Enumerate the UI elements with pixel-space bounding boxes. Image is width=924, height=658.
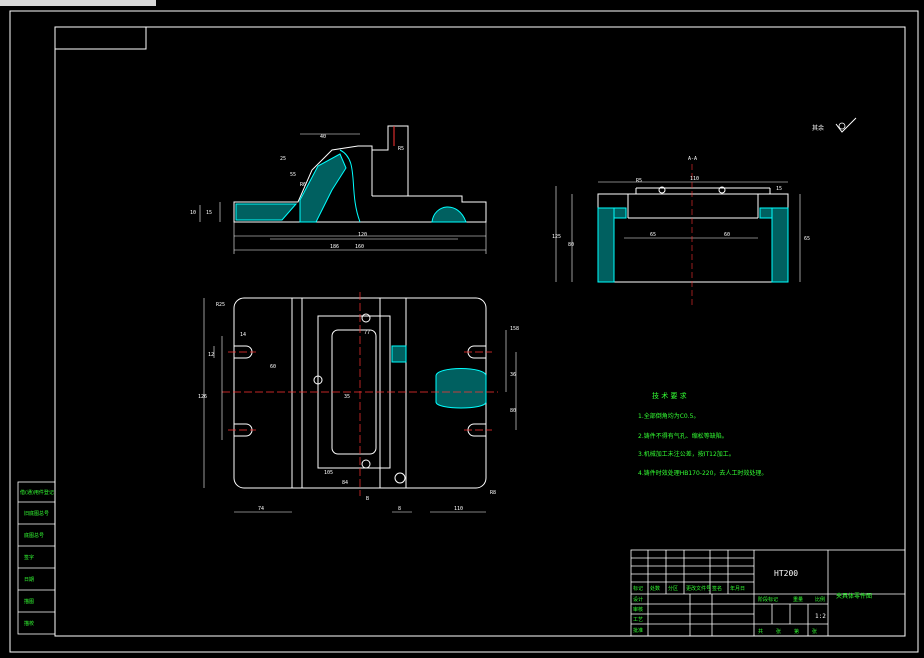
- tech-notes-title: 技 术 要 求: [652, 391, 687, 400]
- tech-note-4: 4.铸件时效处理HB170-220，去人工时效处理。: [638, 469, 767, 477]
- title-block-material: HT200: [774, 569, 798, 578]
- title-block-stage-label: 阶段标记: [758, 596, 778, 603]
- title-block-role-4: 批准: [633, 627, 643, 634]
- title-block-scale-label: 比例: [815, 596, 825, 603]
- title-block-header-5: 签名: [712, 585, 722, 592]
- front-dim-3: R5: [398, 146, 404, 152]
- tech-note-1: 1.全部倒角均为C0.5。: [638, 412, 699, 420]
- side-table-cell-3: 底图总号: [24, 532, 44, 539]
- plan-dim-11: 77: [364, 330, 370, 336]
- title-block-scale: 1:2: [815, 613, 826, 620]
- plan-dim-3: 12: [208, 352, 214, 358]
- front-dim-1: 186: [330, 244, 339, 250]
- title-block-sheet-4: 张: [812, 628, 817, 635]
- side-table-cell-7: 描校: [24, 620, 34, 627]
- title-block-role-1: 设计: [633, 596, 643, 603]
- side-table-cell-4: 签字: [24, 554, 34, 561]
- plan-dim-16: R8: [490, 490, 496, 496]
- plan-holes: [313, 313, 406, 484]
- plan-dim-2: 14: [240, 332, 246, 338]
- top-tab-strip: [0, 0, 156, 6]
- side-table-cell-2: 旧底图总号: [24, 510, 49, 517]
- title-block-sheet-2: 张: [776, 628, 781, 635]
- plan-dim-5: 60: [270, 364, 276, 370]
- front-dim-5: 40: [320, 134, 326, 140]
- front-dim-7: 10: [190, 210, 196, 216]
- section-a-label: A-A: [688, 156, 697, 162]
- front-dim-2: R6: [300, 182, 306, 188]
- plan-dim-13: 105: [324, 470, 333, 476]
- cad-drawing-canvas: 186 R6 R5 55 40 15 10 120 160 25 110 R5 …: [0, 0, 919, 653]
- plan-dim-7: 80: [510, 408, 516, 414]
- plan-dim-6: 36: [510, 372, 516, 378]
- front-dim-9: 160: [355, 244, 364, 250]
- title-block-weight-label: 重量: [793, 596, 803, 603]
- surface-roughness-circle: [838, 122, 846, 130]
- side-dimension-lines: [555, 164, 801, 306]
- plan-dim-15: 8: [398, 506, 401, 512]
- front-dim-10: 25: [280, 156, 286, 162]
- side-table-cell-5: 日期: [24, 577, 34, 583]
- plan-dim-10: 110: [454, 506, 463, 512]
- side-dim-6: 80: [568, 242, 574, 248]
- title-block-role-2: 审核: [633, 606, 643, 613]
- front-dim-6: 15: [206, 210, 212, 216]
- side-dim-7: 15: [776, 186, 782, 192]
- title-block-part-name: 夹具体零件图: [836, 592, 872, 600]
- front-dim-8: 120: [358, 232, 367, 238]
- tech-note-3: 3.机械加工未注公差，按IT12加工。: [638, 450, 735, 458]
- corner-code-box: [54, 26, 147, 50]
- plan-dim-9: 74: [258, 506, 264, 512]
- title-block-header-1: 标记: [633, 585, 643, 592]
- title-block-header-2: 处数: [650, 585, 660, 592]
- title-block-role-3: 工艺: [633, 617, 643, 623]
- title-block-header-4: 更改文件号: [686, 585, 711, 592]
- title-block-sheet-3: 第: [794, 628, 799, 635]
- side-dim-5: 125: [552, 234, 561, 240]
- side-dim-3: 65: [650, 232, 656, 238]
- outer-frame: [9, 10, 919, 653]
- side-table-cell-6: 描图: [24, 598, 34, 605]
- inner-frame: [54, 26, 906, 637]
- tech-note-2: 2.铸件不得有气孔、缩松等缺陷。: [638, 432, 728, 440]
- front-hatching: [235, 126, 467, 223]
- side-dim-4: 60: [724, 232, 730, 238]
- title-block-header-3: 分区: [668, 585, 678, 592]
- side-dim-2: R5: [636, 178, 642, 184]
- side-dim-1: 110: [690, 176, 699, 182]
- plan-dim-1: R25: [216, 302, 225, 308]
- title-block-header-6: 年月日: [730, 585, 745, 592]
- plan-dim-4: 126: [198, 394, 207, 400]
- plan-dim-12: 35: [344, 394, 350, 400]
- side-table-cell-1: 借(通)用件登记: [20, 489, 54, 496]
- view-b-label: B: [366, 496, 369, 502]
- plan-dim-14: 84: [342, 480, 348, 486]
- surface-mark-label: 其余: [812, 124, 824, 132]
- side-dim-8: 65: [804, 236, 810, 242]
- front-dim-4: 55: [290, 172, 296, 178]
- plan-dim-8: 158: [510, 326, 519, 332]
- title-block-sheet-1: 共: [758, 628, 763, 635]
- side-section-view: [597, 187, 789, 283]
- side-hatching: [597, 207, 789, 283]
